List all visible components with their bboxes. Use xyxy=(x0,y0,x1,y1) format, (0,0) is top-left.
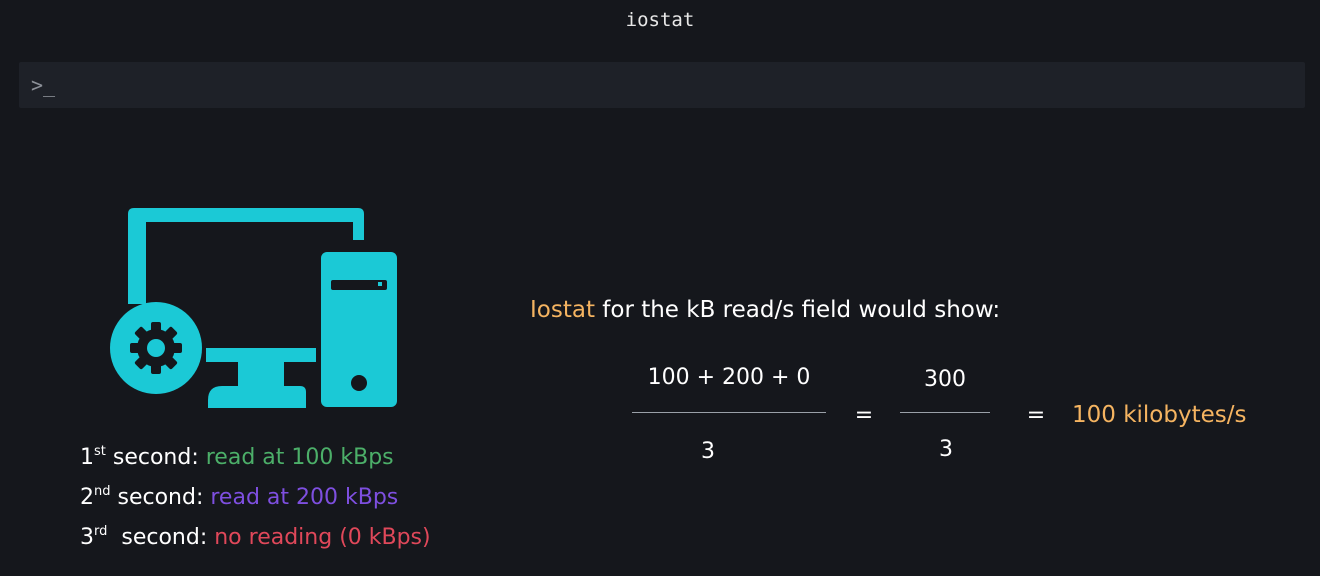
reading-ordinal: 1 xyxy=(80,445,94,470)
reading-label: second: xyxy=(110,485,211,510)
reading-line: 2nd second: read at 200 kBps xyxy=(80,478,431,518)
fraction1-denominator: 3 xyxy=(701,439,715,464)
reading-ordinal-suffix: rd xyxy=(94,524,108,539)
reading-value: read at 100 kBps xyxy=(205,445,394,470)
iostat-slide: iostat >_ 1st second: read at 100 kBps 2… xyxy=(0,0,1320,576)
fraction2-denominator: 3 xyxy=(939,437,953,462)
fraction2-bar xyxy=(900,412,990,413)
reading-label: second: xyxy=(105,445,206,470)
fraction1-bar xyxy=(632,412,826,413)
readings-list: 1st second: read at 100 kBps 2nd second:… xyxy=(80,438,431,558)
equation-heading: Iostat for the kB read/s field would sho… xyxy=(530,294,1000,326)
desktop-computer-with-gear-icon xyxy=(110,208,397,408)
fraction2-numerator: 300 xyxy=(924,367,966,392)
reading-line: 1st second: read at 100 kBps xyxy=(80,438,431,478)
reading-ordinal: 3 xyxy=(80,525,94,550)
window-title: iostat xyxy=(625,9,695,31)
equation-heading-text: for the kB read/s field would show: xyxy=(594,297,1001,323)
terminal-prompt-bar[interactable]: >_ xyxy=(19,62,1305,108)
terminal-prompt-icon: >_ xyxy=(31,73,56,97)
reading-label: second: xyxy=(107,525,215,550)
equals-sign: = xyxy=(1026,403,1046,428)
reading-ordinal: 2 xyxy=(80,485,94,510)
equation-result: 100 kilobytes/s xyxy=(1072,402,1247,428)
fraction1-numerator: 100 + 200 + 0 xyxy=(647,365,811,390)
reading-ordinal-suffix: st xyxy=(94,444,106,459)
reading-value: read at 200 kBps xyxy=(210,485,399,510)
reading-line: 3rd second: no reading (0 kBps) xyxy=(80,518,431,558)
reading-ordinal-suffix: nd xyxy=(94,484,111,499)
equation-heading-highlight: Iostat xyxy=(530,297,595,323)
reading-value: no reading (0 kBps) xyxy=(214,525,431,550)
equals-sign: = xyxy=(854,403,874,428)
